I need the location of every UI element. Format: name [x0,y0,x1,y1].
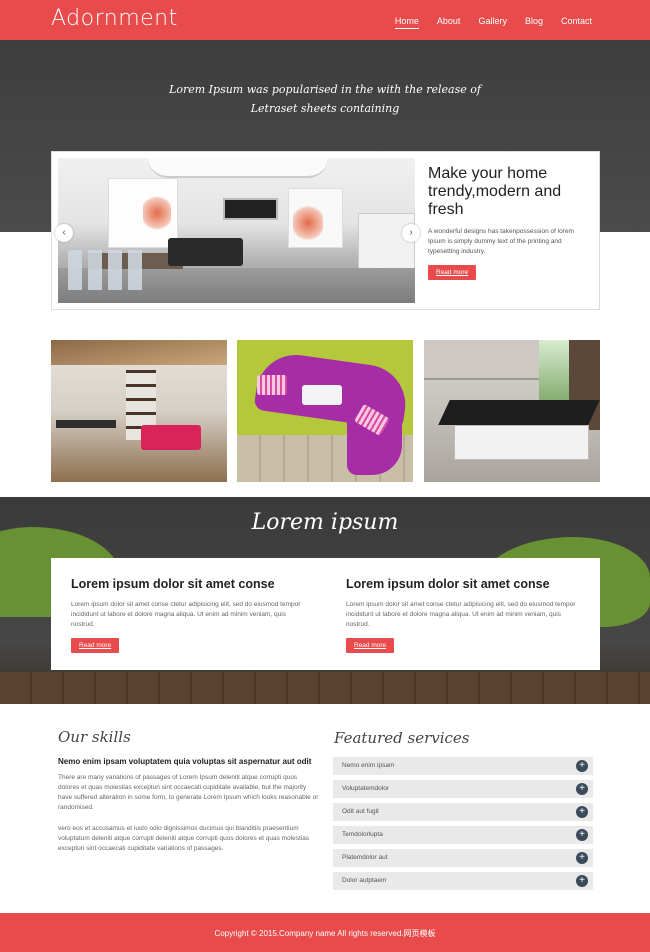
service-item-label: Dolor autptaem [342,877,387,884]
service-item[interactable]: Odit aut fugit + [333,803,593,821]
band-card: Lorem ipsum dolor sit amet conse Lorem i… [346,558,606,670]
service-item[interactable]: Nemo enim ipsam + [333,757,593,775]
gallery-image-sofa[interactable] [237,340,413,482]
nav-gallery[interactable]: Gallery [478,16,507,26]
skills-subtitle: Nemo enim ipsam voluptatem quia voluptas… [58,757,312,766]
plus-icon[interactable]: + [576,760,588,772]
nav-contact[interactable]: Contact [561,16,592,26]
hero-quote: Lorem Ipsum was popularised in the with … [160,80,490,118]
services-title: Featured services [334,729,470,747]
service-item-label: Voluptatemdolor [342,785,389,792]
card-read-more-button[interactable]: Read more [346,638,395,653]
band-card: Lorem ipsum dolor sit amet conse Lorem i… [71,558,331,670]
slide-title: Make your home trendy,modern and fresh [428,165,562,218]
plus-icon[interactable]: + [576,875,588,887]
card-text: Lorem ipsum dolor sit amet conse ctetur … [71,601,301,628]
service-item-label: Odit aut fugit [342,808,379,815]
band-cards: Lorem ipsum dolor sit amet conse Lorem i… [51,558,600,670]
card-read-more-button[interactable]: Read more [71,638,120,653]
card-text: Lorem ipsum dolor sit amet conse ctetur … [346,601,576,628]
gallery-image-living[interactable] [51,340,227,482]
plus-icon[interactable]: + [576,783,588,795]
service-item[interactable]: Voluptatemdolor + [333,780,593,798]
nav-blog[interactable]: Blog [525,16,543,26]
plus-icon[interactable]: + [576,806,588,818]
slider-card: ‹ › Make your home trendy,modern and fre… [51,151,600,310]
nav-about[interactable]: About [437,16,461,26]
service-item-label: Platemdolor aut [342,854,388,861]
main-nav: Home About Gallery Blog Contact [377,16,592,29]
gallery-image-kitchen[interactable] [424,340,600,482]
skills-paragraph: vero eos et accusamus et iusto odio dign… [58,825,310,852]
skills-title: Our skills [58,728,131,746]
site-footer: Copyright © 2015.Company name All rights… [0,913,650,952]
service-item-label: Temdolorlupta [342,831,383,838]
service-item[interactable]: Platemdolor aut + [333,849,593,867]
skills-paragraph: There are many variations of passages of… [58,774,319,811]
site-logo[interactable]: Adornment [51,6,178,31]
chevron-right-icon[interactable]: › [402,224,420,242]
nav-home[interactable]: Home [394,16,419,29]
hero-quote-line1: Lorem Ipsum was popularised in the with … [169,83,481,96]
footer-copyright: Copyright © 2015.Company name All rights… [214,929,436,938]
band-title: Lorem ipsum [251,510,399,535]
service-item-label: Nemo enim ipsam [342,762,395,769]
service-item[interactable]: Temdolorlupta + [333,826,593,844]
service-item[interactable]: Dolor autptaem + [333,872,593,890]
services-accordion: Nemo enim ipsam + Voluptatemdolor + Odit… [333,757,593,895]
plus-icon[interactable]: + [576,852,588,864]
hero-quote-line2: Letraset sheets containing [250,102,400,115]
card-title: Lorem ipsum dolor sit amet conse [71,577,275,591]
slide-text: A wonderful designs has takenpossession … [428,228,574,255]
card-title: Lorem ipsum dolor sit amet conse [346,577,550,591]
plus-icon[interactable]: + [576,829,588,841]
chevron-left-icon[interactable]: ‹ [55,224,73,242]
slide-image-living-room [58,158,415,303]
site-header: Adornment Home About Gallery Blog Contac… [0,0,650,40]
slide-read-more-button[interactable]: Read more [428,265,477,280]
